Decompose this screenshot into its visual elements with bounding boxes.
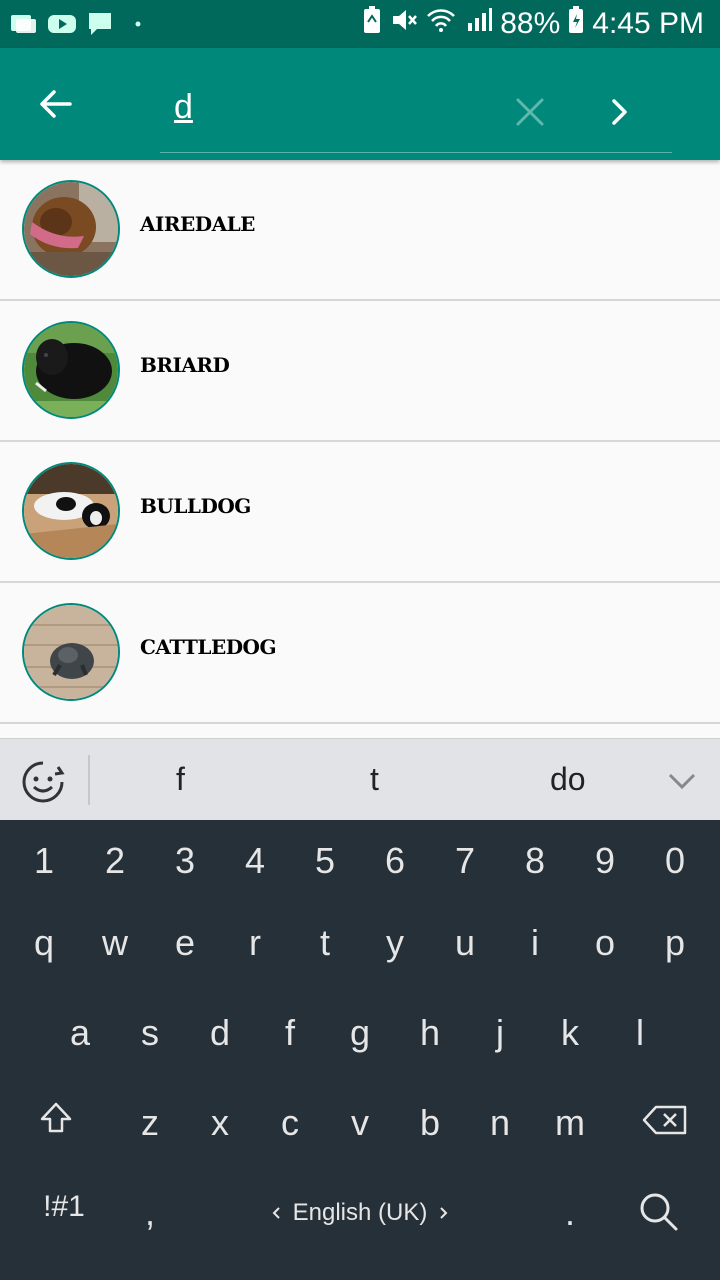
search-key[interactable] (628, 1190, 688, 1241)
key-8[interactable]: 8 (505, 840, 565, 882)
breed-name: BULLDOG (140, 494, 251, 518)
battery-icon (568, 6, 584, 42)
list-item[interactable]: AIREDALE (0, 160, 720, 301)
key-p[interactable]: p (645, 922, 705, 964)
space-key[interactable]: English (UK) (250, 1193, 470, 1233)
clear-button[interactable] (500, 82, 560, 142)
key-f[interactable]: f (260, 1012, 320, 1054)
youtube-icon (48, 12, 76, 36)
back-button[interactable] (28, 76, 84, 132)
battery-saver-icon (362, 6, 382, 42)
next-button[interactable] (590, 82, 650, 142)
key-x[interactable]: x (190, 1102, 250, 1144)
backspace-icon (642, 1105, 687, 1135)
key-b[interactable]: b (400, 1102, 460, 1144)
key-j[interactable]: j (470, 1012, 530, 1054)
mute-icon (390, 6, 418, 42)
period-key[interactable]: . (540, 1192, 600, 1234)
key-n[interactable]: n (470, 1102, 530, 1144)
suggestion-2[interactable]: t (370, 761, 379, 798)
key-4[interactable]: 4 (225, 840, 285, 882)
list-item[interactable]: BULLDOG (0, 442, 720, 583)
space-key-label: English (UK) (292, 1199, 428, 1226)
key-2[interactable]: 2 (85, 840, 145, 882)
notification-icons (10, 10, 152, 38)
key-l[interactable]: l (610, 1012, 670, 1054)
key-i[interactable]: i (505, 922, 565, 964)
key-k[interactable]: k (540, 1012, 600, 1054)
suggestion-3[interactable]: do (550, 761, 586, 798)
key-u[interactable]: u (435, 922, 495, 964)
photo-icon (10, 12, 38, 36)
keyboard-suggestion-bar: f t do (0, 738, 720, 821)
airedale-photo (22, 180, 120, 278)
search-input[interactable]: d (174, 82, 474, 132)
clock: 4:45 PM (592, 7, 704, 40)
key-v[interactable]: v (330, 1102, 390, 1144)
key-q[interactable]: q (14, 922, 74, 964)
search-field[interactable]: d (160, 68, 672, 153)
breed-name: CATTLEDOG (140, 635, 277, 659)
key-s[interactable]: s (120, 1012, 180, 1054)
emoji-button[interactable] (18, 757, 68, 807)
key-9[interactable]: 9 (575, 840, 635, 882)
key-d[interactable]: d (190, 1012, 250, 1054)
key-e[interactable]: e (155, 922, 215, 964)
signal-icon (464, 7, 493, 41)
key-6[interactable]: 6 (365, 840, 425, 882)
collapse-keyboard-button[interactable] (664, 763, 700, 799)
breed-name: AIREDALE (140, 212, 255, 236)
bulldog-photo (22, 462, 120, 560)
arrow-back-icon (40, 90, 72, 118)
caret-left-icon (272, 1207, 280, 1219)
chevron-down-icon (668, 773, 696, 790)
search-icon (640, 1193, 678, 1231)
shift-key[interactable] (26, 1100, 86, 1145)
key-c[interactable]: c (260, 1102, 320, 1144)
key-h[interactable]: h (400, 1012, 460, 1054)
key-m[interactable]: m (540, 1102, 600, 1144)
chat-icon (86, 12, 114, 36)
symbols-key[interactable]: !#1 (28, 1190, 100, 1224)
emoji-icon (22, 761, 65, 803)
list-item[interactable]: BRIARD (0, 301, 720, 442)
suggestion-1[interactable]: f (176, 761, 185, 798)
key-g[interactable]: g (330, 1012, 390, 1054)
battery-level: 88% (500, 7, 561, 40)
key-3[interactable]: 3 (155, 840, 215, 882)
search-toolbar: d (0, 48, 720, 160)
briard-photo (22, 321, 120, 419)
status-bar: 88% 4:45 PM (0, 0, 720, 48)
close-icon (516, 98, 544, 126)
shift-icon (40, 1102, 72, 1133)
list-item[interactable]: CATTLEDOG (0, 583, 720, 724)
key-r[interactable]: r (225, 922, 285, 964)
key-t[interactable]: t (295, 922, 355, 964)
key-7[interactable]: 7 (435, 840, 495, 882)
key-w[interactable]: w (85, 922, 145, 964)
comma-key[interactable]: , (120, 1192, 180, 1234)
key-0[interactable]: 0 (645, 840, 705, 882)
key-o[interactable]: o (575, 922, 635, 964)
dot-icon (124, 12, 152, 36)
cattledog-photo (22, 603, 120, 701)
breed-name: BRIARD (140, 353, 230, 377)
key-5[interactable]: 5 (295, 840, 355, 882)
breed-list: AIREDALE BRIARD BULLDOG CATTLEDOG (0, 160, 720, 724)
caret-right-icon (440, 1207, 448, 1219)
wifi-icon (426, 7, 456, 41)
backspace-key[interactable] (630, 1102, 700, 1144)
key-y[interactable]: y (365, 922, 425, 964)
key-1[interactable]: 1 (14, 840, 74, 882)
system-status: 88% 4:45 PM (362, 0, 704, 48)
suggestion-divider (88, 755, 90, 805)
keyboard: 1 2 3 4 5 6 7 8 9 0 q w e r t y u i o p … (0, 820, 720, 1280)
key-a[interactable]: a (50, 1012, 110, 1054)
key-z[interactable]: z (120, 1102, 180, 1144)
chevron-right-icon (612, 99, 627, 125)
